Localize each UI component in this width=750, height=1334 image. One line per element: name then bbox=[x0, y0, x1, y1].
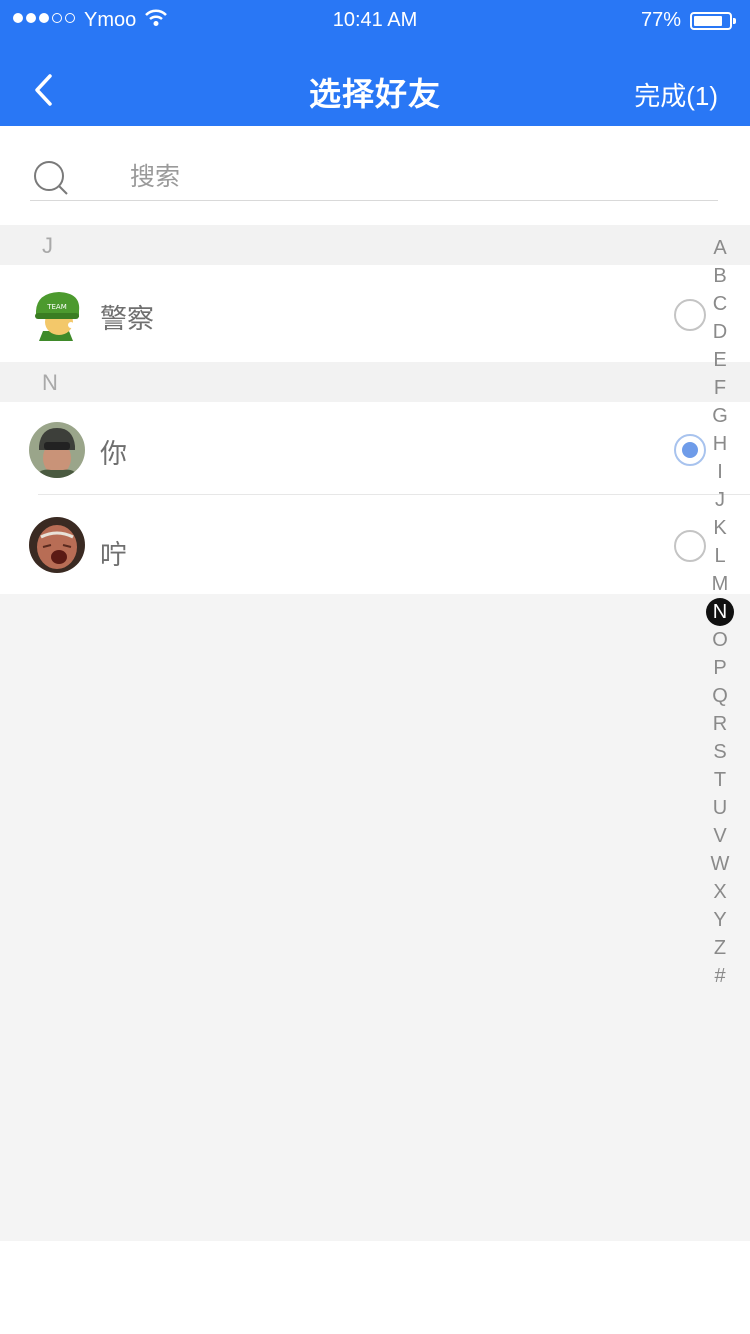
index-letter-b[interactable]: B bbox=[705, 262, 735, 290]
index-letter-h[interactable]: H bbox=[705, 430, 735, 458]
index-letter-v[interactable]: V bbox=[705, 822, 735, 850]
done-button[interactable]: 完成(1) bbox=[634, 76, 718, 113]
contact-row-ni[interactable]: 你 bbox=[0, 402, 750, 495]
index-letter-p[interactable]: P bbox=[705, 654, 735, 682]
battery-icon bbox=[690, 12, 736, 30]
contact-name: 警察 bbox=[100, 304, 154, 334]
index-letter-o[interactable]: O bbox=[705, 626, 735, 654]
section-header-n: N bbox=[0, 362, 750, 402]
index-letter-r[interactable]: R bbox=[705, 710, 735, 738]
select-radio-checked[interactable] bbox=[674, 434, 706, 466]
alphabet-index[interactable]: A B C D E F G H I J K L M N O P Q R S T … bbox=[705, 234, 735, 990]
contact-row-police[interactable]: TEAM 警察 bbox=[0, 265, 750, 362]
soldier-cartoon-avatar: TEAM bbox=[35, 292, 80, 341]
search-input[interactable] bbox=[130, 161, 690, 193]
contact-row-ning[interactable]: 咛 bbox=[0, 495, 750, 594]
section-header-j: J bbox=[0, 225, 750, 265]
index-letter-w[interactable]: W bbox=[705, 850, 735, 878]
search-icon bbox=[34, 161, 68, 195]
contact-name: 咛 bbox=[100, 540, 127, 570]
section-letter: N bbox=[42, 370, 58, 395]
battery-percent: 77% bbox=[641, 9, 682, 31]
index-letter-e[interactable]: E bbox=[705, 346, 735, 374]
index-letter-k[interactable]: K bbox=[705, 514, 735, 542]
select-radio[interactable] bbox=[674, 530, 706, 562]
search-bar bbox=[0, 128, 750, 224]
search-underline bbox=[30, 200, 718, 201]
man-shouting-avatar bbox=[29, 517, 85, 573]
index-letter-i[interactable]: I bbox=[705, 458, 735, 486]
index-letter-j[interactable]: J bbox=[705, 486, 735, 514]
index-letter-q[interactable]: Q bbox=[705, 682, 735, 710]
svg-text:TEAM: TEAM bbox=[46, 303, 67, 311]
index-letter-u[interactable]: U bbox=[705, 794, 735, 822]
index-letter-t[interactable]: T bbox=[705, 766, 735, 794]
index-letter-m[interactable]: M bbox=[705, 570, 735, 598]
index-letter-g[interactable]: G bbox=[705, 402, 735, 430]
index-letter-x[interactable]: X bbox=[705, 878, 735, 906]
empty-area bbox=[0, 594, 750, 1241]
index-letter-a[interactable]: A bbox=[705, 234, 735, 262]
index-letter-f[interactable]: F bbox=[705, 374, 735, 402]
index-letter-s[interactable]: S bbox=[705, 738, 735, 766]
index-letter-c[interactable]: C bbox=[705, 290, 735, 318]
index-letter-l[interactable]: L bbox=[705, 542, 735, 570]
contact-name: 你 bbox=[100, 439, 127, 469]
index-letter-y[interactable]: Y bbox=[705, 906, 735, 934]
clock: 10:41 AM bbox=[332, 9, 418, 31]
index-letter-hash[interactable]: # bbox=[705, 962, 735, 990]
index-letter-d[interactable]: D bbox=[705, 318, 735, 346]
status-bar: Ymoo 10:41 AM 77% bbox=[0, 0, 750, 42]
index-letter-n-active[interactable]: N bbox=[706, 598, 734, 626]
nav-header: Ymoo 10:41 AM 77% 选择好友 完成(1) bbox=[0, 0, 750, 126]
section-letter: J bbox=[42, 233, 53, 258]
select-radio[interactable] bbox=[674, 299, 706, 331]
soldier-photo-avatar bbox=[29, 422, 85, 478]
index-letter-z[interactable]: Z bbox=[705, 934, 735, 962]
